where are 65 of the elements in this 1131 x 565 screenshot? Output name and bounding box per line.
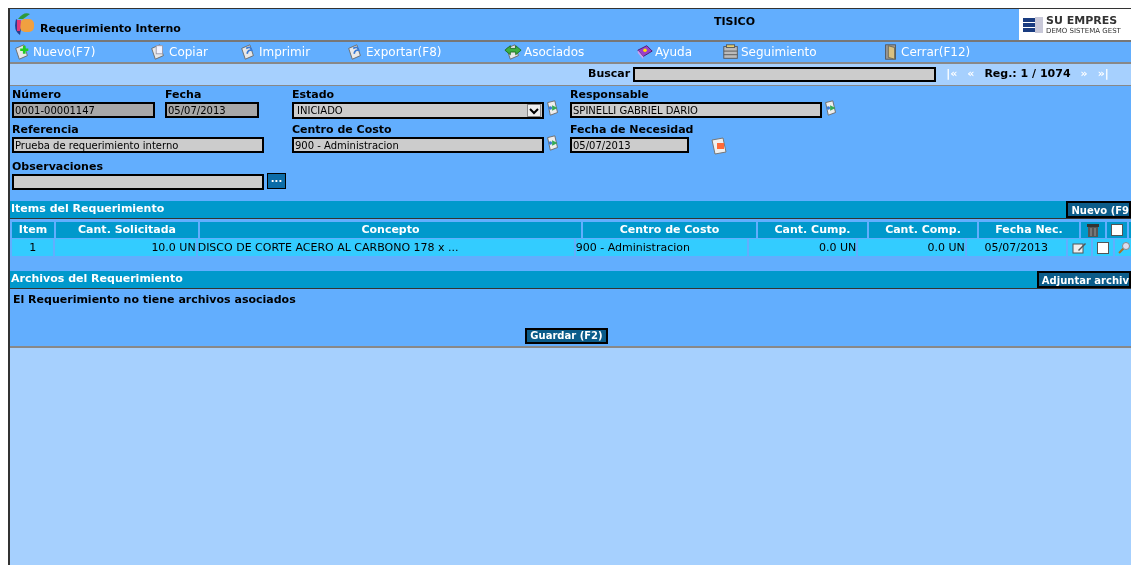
attach-file-button[interactable]: Adjuntar archiv bbox=[1036, 271, 1131, 288]
table-cell: 1 bbox=[12, 239, 54, 256]
building-logo-icon bbox=[1022, 14, 1044, 35]
field-label: Responsable bbox=[570, 89, 650, 101]
save-button[interactable]: Guardar (F2) bbox=[525, 327, 608, 344]
arrows-icon bbox=[503, 43, 523, 61]
column-header: Fecha Nec. bbox=[979, 222, 1079, 238]
record-counter: Reg.: 1 / 1074 bbox=[984, 66, 1071, 83]
calendar-icon[interactable] bbox=[709, 136, 730, 156]
column-header: Cant. Solicitada bbox=[56, 222, 198, 238]
column-header: Centro de Costo bbox=[583, 222, 756, 238]
toolbar-button[interactable]: Ayuda bbox=[636, 43, 722, 61]
logo-name: SU EMPRES bbox=[1046, 14, 1119, 26]
checkbox[interactable] bbox=[1097, 241, 1110, 254]
pager-button[interactable]: |« bbox=[946, 66, 958, 83]
field-label: Número bbox=[12, 89, 62, 101]
table-cell: 10.0 UN bbox=[55, 239, 196, 256]
text-field[interactable]: 05/07/2013 bbox=[570, 137, 689, 153]
search-field[interactable] bbox=[633, 67, 937, 82]
company-name: TISICO bbox=[713, 14, 755, 31]
empty-files-message: El Requerimiento no tiene archivos asociados bbox=[12, 292, 297, 308]
window-title: Requerimiento Interno bbox=[40, 20, 181, 37]
field-label: Referencia bbox=[12, 124, 80, 136]
select-field[interactable]: INICIADO bbox=[292, 102, 544, 119]
section-title: Items del Requerimiento bbox=[10, 201, 165, 218]
trash-icon[interactable] bbox=[1086, 222, 1100, 238]
field-label: Observaciones bbox=[12, 161, 104, 173]
more-button[interactable]: ... bbox=[267, 173, 286, 189]
text-field[interactable]: 05/07/2013 bbox=[165, 102, 259, 118]
toolbar-button[interactable]: Nuevo(F7) bbox=[12, 43, 148, 61]
toolbar-button[interactable]: Exportar(F8) bbox=[345, 43, 503, 61]
toolbar-button[interactable]: Asociados bbox=[503, 43, 636, 61]
field-label: Centro de Costo bbox=[292, 124, 393, 136]
toolbar-button[interactable]: Seguimiento bbox=[722, 43, 882, 61]
field-label: Estado bbox=[292, 89, 336, 101]
text-field[interactable]: 900 - Administracion bbox=[292, 137, 544, 153]
field-label: Fecha de Necesidad bbox=[570, 124, 694, 136]
column-header: Item bbox=[12, 222, 54, 238]
help-book-icon bbox=[636, 43, 654, 61]
table-cell: DISCO DE CORTE ACERO AL CARBONO 178 x ... bbox=[197, 239, 574, 256]
table-cell: 0.0 UN bbox=[858, 239, 965, 256]
toolbar-button[interactable]: Cerrar(F12) bbox=[882, 43, 1002, 61]
edit-icon[interactable] bbox=[1071, 240, 1087, 255]
column-header: Cant. Cump. bbox=[758, 222, 867, 238]
table-cell: 900 - Administracion bbox=[575, 239, 747, 256]
column-header: Cant. Comp. bbox=[869, 222, 977, 238]
toolbar-button[interactable]: Copiar bbox=[148, 43, 238, 61]
text-field[interactable]: SPINELLI GABRIEL DARIO bbox=[570, 102, 822, 118]
cabinet-icon bbox=[722, 43, 740, 61]
pager-button[interactable]: « bbox=[967, 66, 975, 83]
section-title: Archivos del Requerimiento bbox=[10, 271, 183, 288]
search-label: Buscar bbox=[588, 66, 631, 83]
app-logo-icon bbox=[14, 11, 36, 37]
table-cell: 05/07/2013 bbox=[966, 239, 1066, 256]
text-field[interactable]: Prueba de requerimiento interno bbox=[12, 137, 264, 153]
toolbar-button[interactable]: Imprimir bbox=[238, 43, 345, 61]
text-field[interactable]: 0001-00001147 bbox=[12, 102, 155, 118]
checkbox[interactable] bbox=[1111, 224, 1123, 236]
column-header: Concepto bbox=[200, 222, 581, 238]
field-label: Fecha bbox=[165, 89, 203, 101]
pager-button[interactable]: » bbox=[1080, 66, 1088, 83]
new-item-button[interactable]: Nuevo (F9 bbox=[1065, 201, 1131, 218]
text-field[interactable] bbox=[12, 174, 264, 190]
table-cell: 0.0 UN bbox=[748, 239, 857, 256]
pager-button[interactable]: »| bbox=[1097, 66, 1109, 83]
